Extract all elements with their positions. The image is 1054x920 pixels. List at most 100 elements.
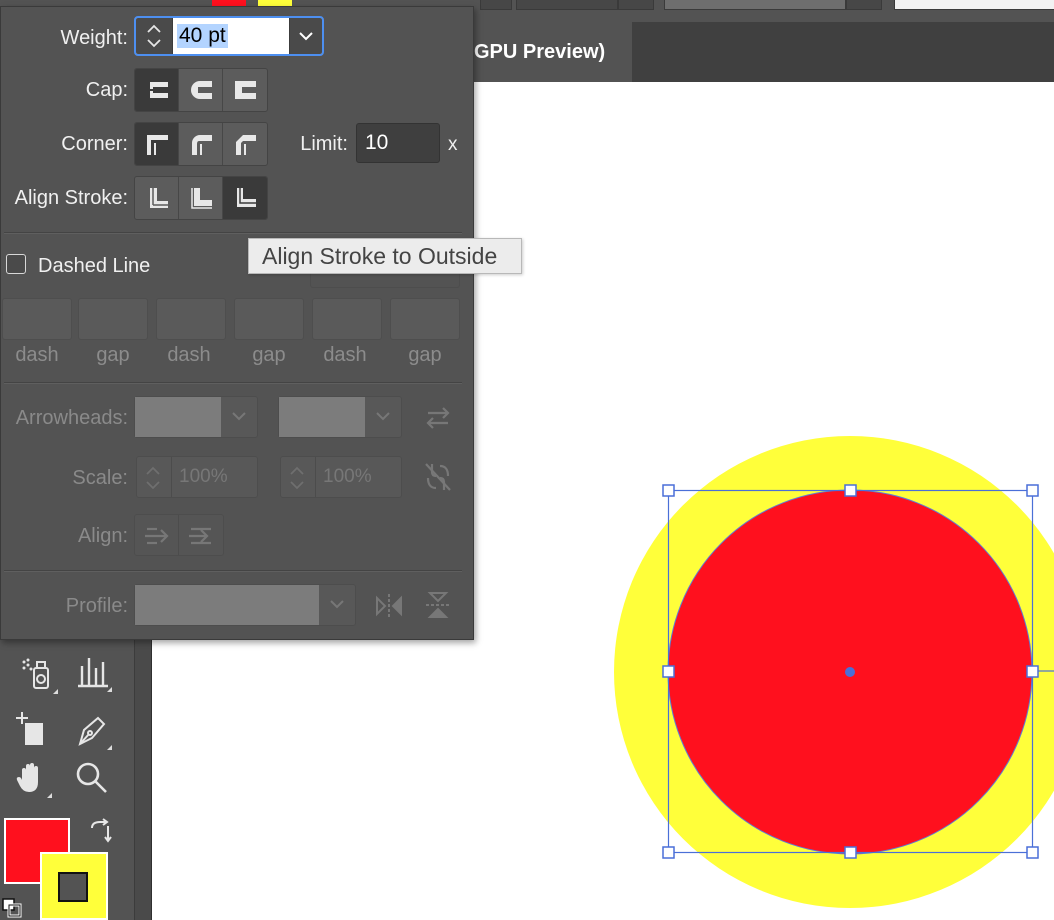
- gap-field-2[interactable]: [234, 298, 304, 340]
- graph-icon[interactable]: [70, 650, 114, 694]
- gap-label-1: gap: [96, 344, 130, 366]
- arrow-align-label: Align:: [77, 525, 128, 547]
- default-colors-icon[interactable]: [2, 898, 22, 918]
- align-outside-button[interactable]: [223, 177, 267, 219]
- dash-label-3: dash: [323, 344, 367, 366]
- limit-unit: x: [448, 134, 458, 155]
- center-point: [845, 667, 855, 677]
- chevron-down-icon: [299, 32, 313, 41]
- pen-icon[interactable]: [70, 708, 114, 752]
- weight-stepper[interactable]: [136, 18, 173, 54]
- stepper-arrows-icon[interactable]: [146, 21, 162, 51]
- profile-label: Profile:: [65, 595, 128, 617]
- weight-control[interactable]: 40 pt: [134, 16, 324, 56]
- arrowhead-start-preview: [135, 397, 221, 437]
- corner-button-group: [134, 122, 268, 166]
- weight-dropdown-button[interactable]: [289, 18, 322, 54]
- arrowheads-label: Arrowheads:: [15, 407, 128, 429]
- dash-label-2: dash: [167, 344, 211, 366]
- chevron-down-icon: [232, 412, 246, 421]
- align-outside-icon: [237, 188, 256, 207]
- scale-start-value: 100%: [179, 466, 228, 487]
- control-style-arrow[interactable]: [846, 0, 882, 10]
- chevron-down-icon: [330, 600, 344, 609]
- profile-dropdown[interactable]: [134, 584, 356, 626]
- arrow-tip-at-end-icon[interactable]: [187, 523, 215, 549]
- document-tab-bar: GPU Preview): [474, 22, 1054, 82]
- chevron-down-icon: [376, 412, 390, 421]
- cap-label: Cap:: [85, 79, 128, 101]
- control-dropdown[interactable]: [480, 0, 512, 10]
- scale-end-value: 100%: [323, 466, 372, 487]
- flip-along-icon[interactable]: [374, 592, 404, 620]
- weight-label: Weight:: [60, 27, 128, 49]
- toolbar-edge: [134, 640, 152, 920]
- arrow-tip-beyond-icon[interactable]: [143, 523, 171, 549]
- round-cap-button[interactable]: [179, 69, 223, 111]
- hand-icon[interactable]: [10, 756, 54, 800]
- flip-across-icon[interactable]: [424, 590, 452, 620]
- panel-divider: [4, 570, 462, 572]
- stroke-color-box[interactable]: [40, 852, 108, 920]
- gap-field-1[interactable]: [78, 298, 148, 340]
- panel-divider: [4, 232, 462, 234]
- weight-value: 40 pt: [177, 24, 228, 48]
- scale-end-field[interactable]: 100%: [280, 456, 402, 498]
- align-center-button[interactable]: [135, 177, 179, 219]
- control-dropdown-arrow[interactable]: [618, 0, 654, 10]
- butt-cap-icon: [145, 82, 168, 98]
- tooltip: Align Stroke to Outside: [248, 238, 522, 274]
- limit-label: Limit:: [300, 133, 348, 155]
- round-join-button[interactable]: [179, 123, 223, 165]
- round-cap-icon: [190, 81, 212, 99]
- align-inside-icon: [190, 188, 212, 209]
- gap-label-2: gap: [252, 344, 286, 366]
- dashed-line-checkbox[interactable]: [6, 254, 26, 274]
- dash-field-3[interactable]: [312, 298, 382, 340]
- stroke-color-hole: [58, 872, 88, 902]
- swap-arrowheads-icon[interactable]: [424, 404, 452, 432]
- align-stroke-button-group: [134, 176, 268, 220]
- arrowhead-end-preview: [279, 397, 365, 437]
- round-join-icon: [191, 135, 212, 155]
- document-tab-label: GPU Preview): [474, 41, 606, 63]
- scale-label: Scale:: [72, 467, 128, 489]
- artboard-icon[interactable]: [8, 706, 52, 750]
- bevel-join-icon: [236, 135, 256, 155]
- stepper-arrows-icon: [290, 466, 304, 490]
- miter-join-icon: [146, 135, 168, 155]
- gap-field-3[interactable]: [390, 298, 460, 340]
- zoom-icon[interactable]: [70, 756, 114, 800]
- weight-input[interactable]: 40 pt: [173, 18, 289, 54]
- arrowhead-start-dropdown[interactable]: [134, 396, 258, 438]
- dash-label-1: dash: [15, 344, 59, 366]
- symbol-sprayer-icon[interactable]: [16, 652, 60, 696]
- dash-field-1[interactable]: [2, 298, 72, 340]
- arrowhead-end-dropdown[interactable]: [278, 396, 402, 438]
- align-center-icon: [149, 188, 168, 208]
- corner-label: Corner:: [61, 133, 128, 155]
- profile-preview: [135, 585, 319, 625]
- arrow-align-button-group: [134, 514, 224, 556]
- limit-input[interactable]: 10: [356, 123, 440, 163]
- control-field[interactable]: [516, 0, 618, 10]
- dash-field-2[interactable]: [156, 298, 226, 340]
- control-opacity-field[interactable]: [894, 0, 1054, 10]
- panel-divider: [4, 382, 462, 384]
- align-stroke-label: Align Stroke:: [14, 187, 128, 209]
- gap-label-3: gap: [408, 344, 442, 366]
- projecting-cap-button[interactable]: [223, 69, 267, 111]
- swap-fill-stroke-icon[interactable]: [88, 818, 114, 844]
- control-style-field[interactable]: [664, 0, 846, 10]
- stepper-arrows-icon: [146, 466, 160, 490]
- scale-start-field[interactable]: 100%: [136, 456, 258, 498]
- butt-cap-button[interactable]: [135, 69, 179, 111]
- align-inside-button[interactable]: [179, 177, 223, 219]
- dashed-line-label: Dashed Line: [38, 255, 151, 277]
- link-scale-icon[interactable]: [422, 460, 454, 494]
- projecting-cap-icon: [235, 81, 256, 99]
- cap-button-group: [134, 68, 268, 112]
- miter-join-button[interactable]: [135, 123, 179, 165]
- bevel-join-button[interactable]: [223, 123, 267, 165]
- document-tab[interactable]: GPU Preview): [474, 22, 632, 82]
